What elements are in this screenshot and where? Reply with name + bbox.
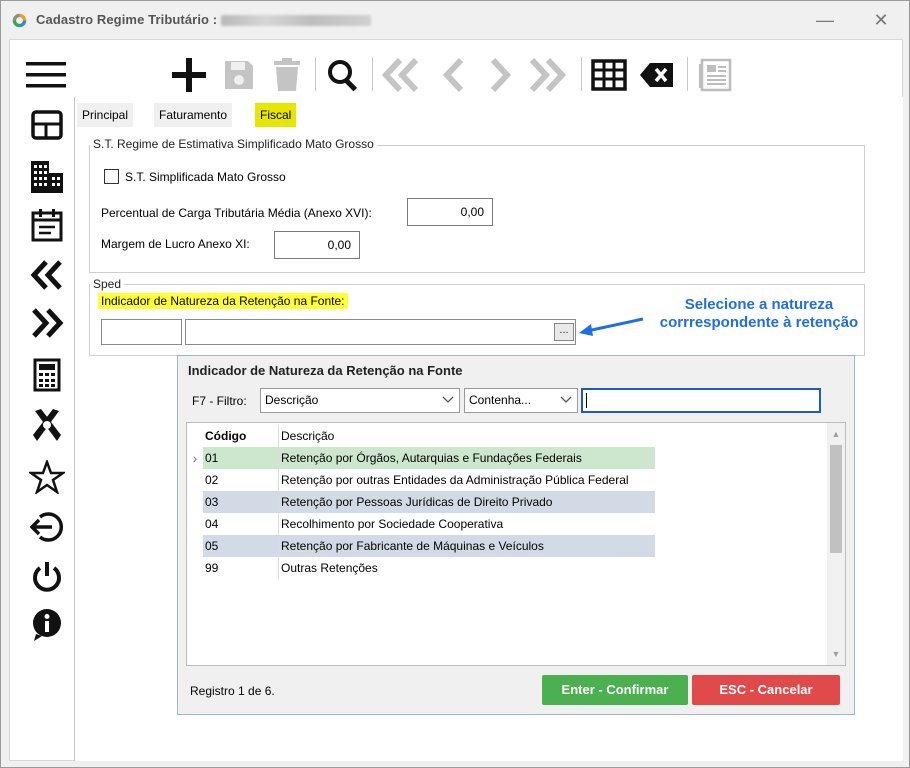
- row-codigo: 04: [203, 513, 279, 535]
- minimize-button[interactable]: —: [805, 7, 845, 33]
- table-row[interactable]: 05 Retenção por Fabricante de Máquinas e…: [187, 535, 655, 557]
- natureza-lookup-button[interactable]: ...: [554, 323, 574, 341]
- double-right-icon[interactable]: [27, 303, 67, 343]
- chevron-down-icon: [560, 396, 572, 403]
- tab-principal[interactable]: Principal: [77, 103, 134, 127]
- filter-label: F7 - Filtro:: [192, 394, 247, 408]
- row-codigo: 03: [203, 491, 279, 513]
- title-bar: Cadastro Regime Tributário : — ✕: [1, 1, 909, 39]
- filter-field-select[interactable]: Descrição: [260, 388, 460, 413]
- record-status: Registro 1 de 6.: [190, 684, 275, 698]
- scroll-up-icon[interactable]: ▲: [827, 425, 845, 443]
- natureza-lookup-dialog: Indicador de Natureza da Retenção na Fon…: [177, 355, 855, 715]
- next-record-icon[interactable]: [481, 53, 521, 97]
- report-icon[interactable]: [695, 53, 735, 97]
- chevron-down-icon: [442, 396, 454, 403]
- grid-header: Código Descrição: [187, 425, 655, 447]
- text-cursor: [586, 393, 587, 408]
- callout-line-1: Selecione a natureza: [684, 296, 834, 313]
- row-codigo: 02: [203, 469, 279, 491]
- prev-record-icon[interactable]: [433, 53, 473, 97]
- callout-text: Selecione a natureza corrrespondente à r…: [641, 296, 877, 332]
- carga-tributaria-input[interactable]: 0,00: [407, 198, 493, 226]
- table-row[interactable]: 03 Retenção por Pessoas Jurídicas de Dir…: [187, 491, 655, 513]
- filter-value-input[interactable]: [581, 388, 821, 413]
- sped-legend: Sped: [90, 277, 125, 291]
- tab-fiscal[interactable]: Fiscal: [255, 103, 297, 127]
- left-sidebar: [9, 39, 73, 761]
- row-indicator-icon: ›: [187, 447, 203, 469]
- search-icon[interactable]: [323, 53, 363, 97]
- carga-tributaria-label: Percentual de Carga Tributária Média (An…: [101, 206, 372, 220]
- grid-icon[interactable]: [589, 53, 629, 97]
- indicador-natureza-label: Indicador de Natureza da Retenção na Fon…: [98, 293, 348, 309]
- table-row[interactable]: 04 Recolhimento por Sociedade Cooperativ…: [187, 513, 655, 535]
- margem-lucro-input[interactable]: 0,00: [274, 231, 360, 259]
- column-header-descricao[interactable]: Descrição: [279, 425, 655, 447]
- row-descricao: Outras Retenções: [281, 561, 378, 575]
- confirm-button[interactable]: Enter - Confirmar: [542, 675, 688, 705]
- row-codigo: 99: [203, 557, 279, 579]
- natureza-grid: Código Descrição › 01 Retenção por Órgão…: [186, 422, 846, 666]
- save-icon[interactable]: [219, 53, 259, 97]
- calendar-icon[interactable]: [27, 205, 67, 245]
- power-icon[interactable]: [27, 557, 67, 597]
- table-row[interactable]: › 01 Retenção por Órgãos, Autarquias e F…: [187, 447, 655, 469]
- row-descricao: Retenção por Pessoas Jurídicas de Direit…: [281, 495, 553, 509]
- first-record-icon[interactable]: [381, 53, 421, 97]
- st-regime-legend: S.T. Regime de Estimativa Simplificado M…: [90, 137, 377, 151]
- natureza-description-input[interactable]: [185, 319, 576, 345]
- row-descricao: Retenção por Fabricante de Máquinas e Ve…: [281, 539, 544, 553]
- exit-icon[interactable]: [27, 507, 67, 547]
- callout-arrow-icon: [579, 317, 644, 336]
- callout-line-2: corrrespondente à retenção: [659, 314, 859, 331]
- plus-icon[interactable]: [169, 53, 209, 97]
- natureza-code-input[interactable]: [101, 319, 182, 345]
- table-row[interactable]: 99 Outras Retenções: [187, 557, 655, 579]
- scroll-down-icon[interactable]: ▼: [827, 645, 845, 663]
- info-icon[interactable]: [27, 605, 67, 645]
- tools-icon[interactable]: [27, 405, 67, 445]
- trash-icon[interactable]: [267, 53, 307, 97]
- row-codigo: 01: [203, 447, 279, 469]
- calculator-icon[interactable]: [27, 355, 67, 395]
- star-icon[interactable]: [27, 457, 67, 497]
- row-descricao: Retenção por outras Entidades da Adminis…: [281, 473, 629, 487]
- cancel-button[interactable]: ESC - Cancelar: [692, 675, 840, 705]
- layout-icon[interactable]: [27, 105, 67, 145]
- dialog-title: Indicador de Natureza da Retenção na Fon…: [188, 363, 463, 378]
- grid-scrollbar[interactable]: ▲ ▼: [827, 423, 845, 665]
- table-row[interactable]: 02 Retenção por outras Entidades da Admi…: [187, 469, 655, 491]
- tab-faturamento[interactable]: Faturamento: [154, 103, 233, 127]
- redacted-company-name: [221, 15, 372, 27]
- app-window: Cadastro Regime Tributário : — ✕ Princip…: [0, 0, 910, 768]
- app-logo-icon: [12, 13, 27, 28]
- st-simplificada-label: S.T. Simplificada Mato Grosso: [125, 170, 286, 184]
- scroll-thumb[interactable]: [830, 445, 842, 553]
- close-button[interactable]: ✕: [861, 7, 901, 33]
- double-left-icon[interactable]: [27, 255, 67, 295]
- window-title: Cadastro Regime Tributário :: [36, 12, 372, 27]
- filter-operator-select[interactable]: Contenha...: [464, 388, 578, 413]
- margem-lucro-label: Margem de Lucro Anexo XI:: [101, 237, 250, 251]
- row-codigo: 05: [203, 535, 279, 557]
- row-descricao: Recolhimento por Sociedade Cooperativa: [281, 517, 504, 531]
- column-header-codigo[interactable]: Código: [203, 425, 279, 447]
- clear-icon[interactable]: [637, 53, 677, 97]
- buildings-icon[interactable]: [27, 157, 67, 197]
- last-record-icon[interactable]: [527, 53, 567, 97]
- row-descricao: Retenção por Órgãos, Autarquias e Fundaç…: [281, 451, 582, 465]
- st-simplificada-checkbox[interactable]: [104, 169, 119, 184]
